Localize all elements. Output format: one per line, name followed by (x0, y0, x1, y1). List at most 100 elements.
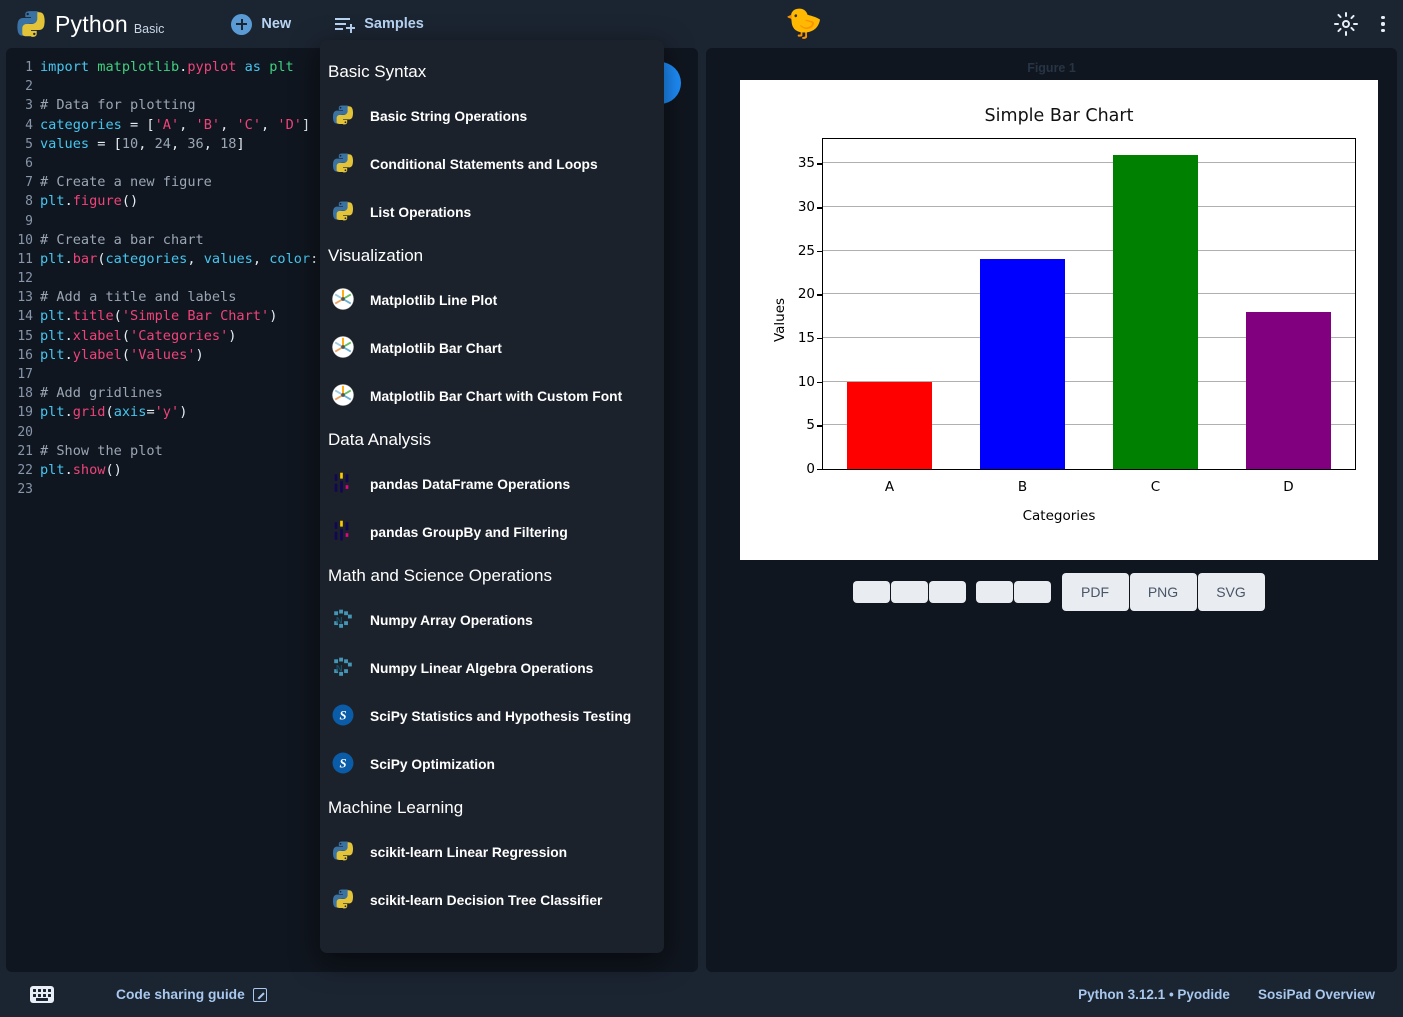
samples-menu-item[interactable]: SSciPy Optimization (320, 740, 664, 788)
samples-menu-item-label: Basic String Operations (370, 109, 527, 124)
kebab-menu-icon[interactable] (1373, 11, 1393, 37)
line-number: 3 (6, 96, 40, 115)
line-number: 18 (6, 384, 40, 403)
line-number: 14 (6, 307, 40, 326)
download-pdf-button[interactable]: PDF (1062, 573, 1129, 611)
keyboard-icon[interactable] (30, 986, 54, 1003)
samples-menu-item[interactable]: scikit-learn Decision Tree Classifier (320, 876, 664, 924)
figure-tool-button[interactable] (1014, 581, 1051, 603)
code-line-text: # Add a title and labels (40, 288, 236, 307)
samples-menu-item-label: SciPy Statistics and Hypothesis Testing (370, 709, 631, 724)
chart-ytick-label: 30 (798, 199, 815, 215)
chart-bar-group (1222, 139, 1355, 469)
code-line-text: # Add gridlines (40, 384, 163, 403)
sosipad-overview-link[interactable]: SosiPad Overview (1258, 987, 1375, 1002)
chart-ytick-label: 10 (798, 374, 815, 390)
samples-menu-item[interactable]: Basic String Operations (320, 92, 664, 140)
python-icon (332, 200, 356, 224)
samples-menu-item-label: Matplotlib Bar Chart (370, 341, 502, 356)
footer-right: Python 3.12.1 • Pyodide SosiPad Overview (1078, 987, 1403, 1002)
samples-menu-item[interactable]: Conditional Statements and Loops (320, 140, 664, 188)
samples-dropdown-menu[interactable]: Basic Syntax Basic String Operations Condi… (320, 40, 664, 953)
matplotlib-icon (332, 384, 356, 408)
samples-group-header: Basic Syntax (320, 52, 664, 92)
svg-text:N: N (336, 615, 343, 625)
line-number: 23 (6, 480, 40, 499)
code-line-text: plt.show() (40, 461, 122, 480)
chart-bar-group (823, 139, 956, 469)
line-number: 13 (6, 288, 40, 307)
line-number: 20 (6, 423, 40, 442)
samples-menu-item[interactable]: NNumpy Linear Algebra Operations (320, 644, 664, 692)
code-line-text: categories = ['A', 'B', 'C', 'D'] (40, 116, 310, 135)
code-line-text: # Create a bar chart (40, 231, 204, 250)
figure-tool-button[interactable] (929, 581, 966, 603)
chart-xtick-label: D (1283, 479, 1293, 495)
figure-toolbar-tools (853, 581, 1052, 603)
python-icon (332, 104, 356, 128)
line-number: 17 (6, 365, 40, 384)
chart-bars (823, 139, 1355, 469)
samples-menu-item-label: Conditional Statements and Loops (370, 157, 598, 172)
samples-menu-item[interactable]: List Operations (320, 188, 664, 236)
code-line-text: plt.bar(categories, values, color: (40, 250, 318, 269)
samples-menu-item[interactable]: pandas GroupBy and Filtering (320, 508, 664, 556)
download-png-button[interactable]: PNG (1130, 573, 1197, 611)
samples-menu-item[interactable]: NNumpy Array Operations (320, 596, 664, 644)
line-number: 11 (6, 250, 40, 269)
samples-button[interactable]: Samples (327, 9, 432, 39)
samples-menu-item[interactable]: Matplotlib Bar Chart (320, 324, 664, 372)
samples-group-header: Visualization (320, 236, 664, 276)
line-number: 7 (6, 173, 40, 192)
samples-group-header: Machine Learning (320, 788, 664, 828)
chart-xtick-label: A (885, 479, 894, 495)
chart-bar (1246, 312, 1331, 469)
samples-menu-item[interactable]: pandas DataFrame Operations (320, 460, 664, 508)
samples-menu-item[interactable]: scikit-learn Linear Regression (320, 828, 664, 876)
download-svg-button[interactable]: SVG (1198, 573, 1265, 611)
line-number: 19 (6, 403, 40, 422)
chart-ytick-label: 35 (798, 155, 815, 171)
line-number: 15 (6, 327, 40, 346)
samples-menu-item-label: SciPy Optimization (370, 757, 495, 772)
figure-tool-button[interactable] (853, 581, 890, 603)
figure-toolbar: PDFPNGSVG (740, 572, 1378, 612)
line-number: 16 (6, 346, 40, 365)
python-icon (332, 840, 356, 864)
python-icon (332, 152, 356, 176)
line-number: 1 (6, 58, 40, 77)
figure-tool-button[interactable] (976, 581, 1013, 603)
code-sharing-guide-link[interactable]: Code sharing guide (116, 987, 267, 1002)
line-number: 9 (6, 212, 40, 231)
sun-icon[interactable] (1333, 11, 1359, 37)
samples-menu-item[interactable]: Matplotlib Line Plot (320, 276, 664, 324)
chart-bar (847, 382, 932, 469)
samples-menu-item-label: Numpy Linear Algebra Operations (370, 661, 593, 676)
output-panel: Figure 1 Simple Bar Chart Values 0510152… (706, 48, 1397, 972)
line-number: 5 (6, 135, 40, 154)
list-plus-icon (335, 15, 355, 33)
chart-ytick-label: 5 (806, 417, 815, 433)
matplotlib-icon (332, 336, 356, 360)
chart-bar-group (956, 139, 1089, 469)
code-line-text: # Show the plot (40, 442, 163, 461)
code-line-text: # Data for plotting (40, 96, 196, 115)
code-line-text: plt.figure() (40, 192, 138, 211)
code-line-text: import matplotlib.pyplot as plt (40, 58, 294, 77)
header-right-controls (1333, 0, 1393, 48)
line-number: 6 (6, 154, 40, 173)
line-number: 21 (6, 442, 40, 461)
samples-group-header: Math and Science Operations (320, 556, 664, 596)
new-button[interactable]: New (223, 8, 299, 41)
samples-menu-item[interactable]: Matplotlib Bar Chart with Custom Font (320, 372, 664, 420)
brand-subtitle: Basic (134, 22, 165, 36)
pandas-icon (332, 472, 356, 496)
chart-xtick-label: C (1151, 479, 1160, 495)
app-header: Python Basic New Samples 🐤 (0, 0, 1403, 48)
samples-menu-item-label: Matplotlib Bar Chart with Custom Font (370, 389, 622, 404)
code-line-text: # Create a new figure (40, 173, 212, 192)
figure-tool-button[interactable] (891, 581, 928, 603)
chart-bar (1113, 155, 1198, 469)
new-button-label: New (261, 16, 291, 32)
samples-menu-item[interactable]: SSciPy Statistics and Hypothesis Testing (320, 692, 664, 740)
